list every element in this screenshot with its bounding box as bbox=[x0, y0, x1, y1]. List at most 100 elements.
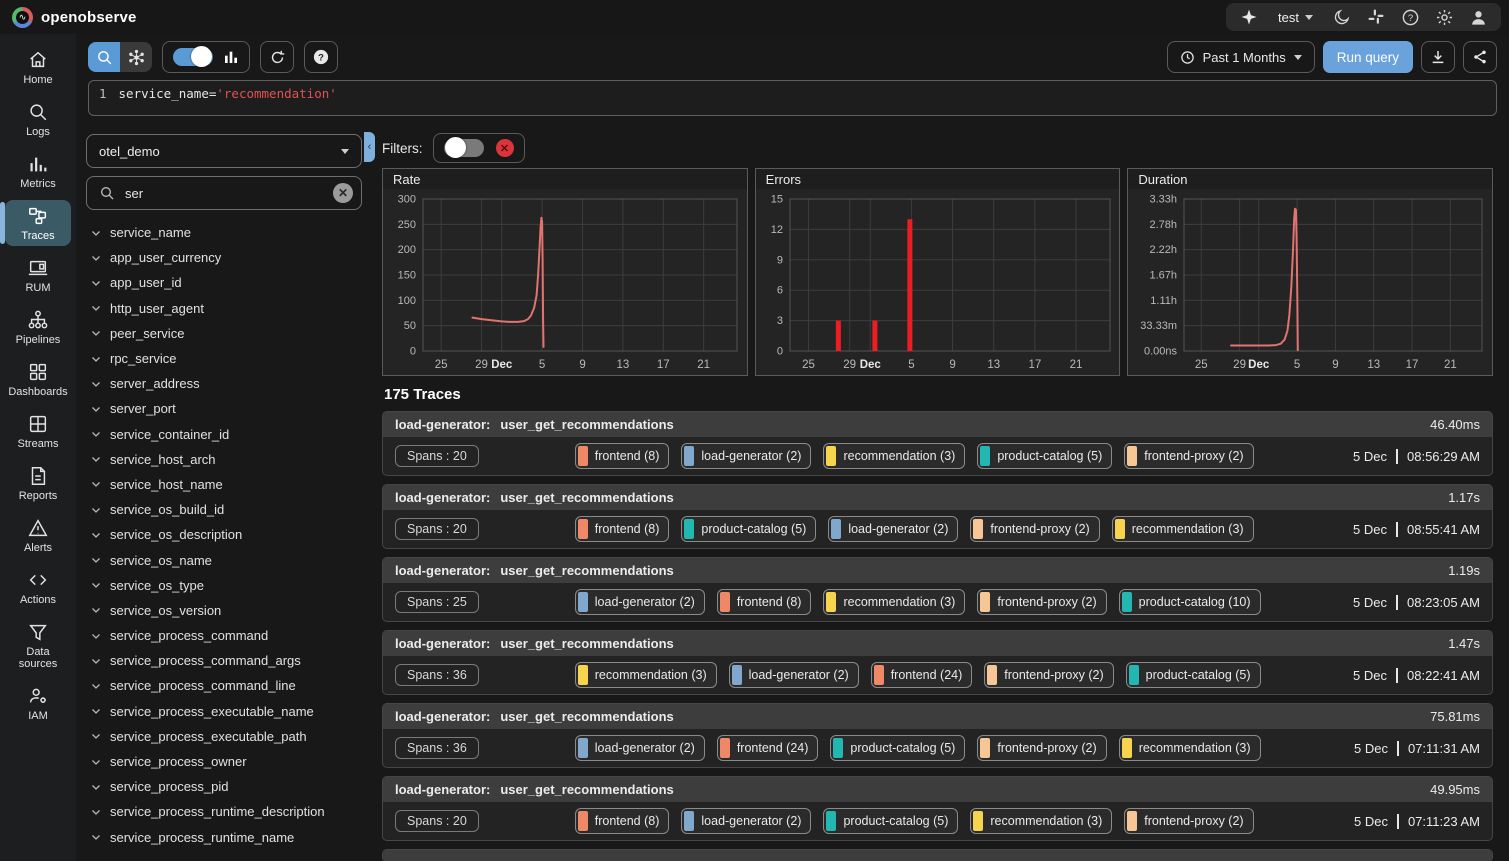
service-chip[interactable]: product-catalog (5) bbox=[977, 443, 1112, 469]
field-item[interactable]: service_process_runtime_name bbox=[86, 825, 362, 850]
service-chip[interactable]: recommendation (3) bbox=[823, 589, 965, 615]
trace-row[interactable]: load-generator:user_get_recommendations4… bbox=[382, 411, 1493, 476]
field-item[interactable]: service_process_owner bbox=[86, 749, 362, 774]
sidebar-item-rum[interactable]: RUM bbox=[5, 252, 71, 298]
field-item[interactable]: service_process_executable_name bbox=[86, 699, 362, 724]
service-chip[interactable]: frontend-proxy (2) bbox=[977, 735, 1106, 761]
search-mode-button[interactable] bbox=[88, 42, 120, 72]
collapse-fields-handle[interactable]: ‹ bbox=[364, 132, 375, 162]
field-item[interactable]: service_process_command_args bbox=[86, 648, 362, 673]
sidebar-item-home[interactable]: Home bbox=[5, 44, 71, 90]
help-button[interactable]: ? bbox=[1395, 4, 1425, 30]
filters-toggle[interactable] bbox=[444, 139, 484, 157]
clear-filters-icon[interactable]: ✕ bbox=[496, 139, 514, 157]
errors-chart[interactable]: 036912152529Dec59131721 bbox=[756, 189, 1120, 375]
histogram-toggle[interactable] bbox=[173, 48, 213, 66]
service-chip[interactable]: load-generator (2) bbox=[575, 589, 705, 615]
service-chip[interactable]: load-generator (2) bbox=[681, 443, 811, 469]
field-item[interactable]: peer_service bbox=[86, 321, 362, 346]
field-item[interactable]: app_user_currency bbox=[86, 245, 362, 270]
trace-row[interactable]: load-generator:user_get_recommendations7… bbox=[382, 703, 1493, 768]
profile-button[interactable] bbox=[1463, 4, 1493, 30]
time-range-selector[interactable]: Past 1 Months bbox=[1167, 41, 1315, 73]
service-chip[interactable]: recommendation (3) bbox=[1112, 516, 1254, 542]
service-chip[interactable]: recommendation (3) bbox=[575, 662, 717, 688]
field-item[interactable]: service_os_build_id bbox=[86, 497, 362, 522]
field-item[interactable]: app_user_id bbox=[86, 270, 362, 295]
slack-button[interactable] bbox=[1361, 4, 1391, 30]
service-chip[interactable]: frontend-proxy (2) bbox=[970, 516, 1099, 542]
service-chip[interactable]: recommendation (3) bbox=[1119, 735, 1261, 761]
field-item[interactable]: service_name bbox=[86, 220, 362, 245]
download-button[interactable] bbox=[1421, 41, 1455, 73]
service-chip[interactable]: frontend (8) bbox=[575, 516, 670, 542]
service-chip[interactable]: frontend (8) bbox=[575, 808, 670, 834]
theme-toggle-button[interactable] bbox=[1327, 4, 1357, 30]
stream-select[interactable]: otel_demo bbox=[86, 134, 362, 168]
sidebar-item-logs[interactable]: Logs bbox=[5, 96, 71, 142]
field-item[interactable]: service_os_version bbox=[86, 598, 362, 623]
field-item[interactable]: rpc_service bbox=[86, 346, 362, 371]
sidebar-item-dashboards[interactable]: Dashboards bbox=[5, 356, 71, 402]
service-chip[interactable]: load-generator (2) bbox=[681, 808, 811, 834]
service-chip[interactable]: recommendation (3) bbox=[970, 808, 1112, 834]
settings-button[interactable] bbox=[1429, 4, 1459, 30]
brand-logo[interactable]: ∿ openobserve bbox=[12, 7, 137, 28]
service-chip[interactable]: product-catalog (5) bbox=[823, 808, 958, 834]
field-item[interactable]: service_process_pid bbox=[86, 774, 362, 799]
service-chip[interactable]: load-generator (2) bbox=[729, 662, 859, 688]
trace-row[interactable]: load-generator:user_get_recommendations4… bbox=[382, 776, 1493, 841]
clear-search-button[interactable]: ✕ bbox=[333, 183, 353, 203]
duration-chart[interactable]: 0.00ns33.33m1.11h1.67h2.22h2.78h3.33h252… bbox=[1128, 189, 1492, 375]
field-item[interactable]: service_process_command bbox=[86, 623, 362, 648]
service-chip[interactable]: frontend-proxy (2) bbox=[984, 662, 1113, 688]
service-chip[interactable]: frontend-proxy (2) bbox=[1124, 808, 1253, 834]
service-chip[interactable]: product-catalog (5) bbox=[681, 516, 816, 542]
sidebar-item-traces[interactable]: Traces bbox=[5, 200, 71, 246]
sidebar-item-iam[interactable]: IAM bbox=[5, 680, 71, 726]
field-item[interactable]: service_process_runtime_description bbox=[86, 799, 362, 824]
org-selector[interactable]: test bbox=[1268, 10, 1323, 25]
sidebar-item-alerts[interactable]: Alerts bbox=[5, 512, 71, 558]
share-button[interactable] bbox=[1463, 41, 1497, 73]
sidebar-item-data-sources[interactable]: Data sources bbox=[5, 616, 71, 674]
field-item[interactable]: http_user_agent bbox=[86, 296, 362, 321]
rate-chart[interactable]: 0501001502002503002529Dec59131721 bbox=[383, 189, 747, 375]
service-chip[interactable]: recommendation (3) bbox=[823, 443, 965, 469]
field-item[interactable]: service_container_id bbox=[86, 422, 362, 447]
sidebar-item-reports[interactable]: Reports bbox=[5, 460, 71, 506]
service-chip[interactable]: load-generator (2) bbox=[575, 735, 705, 761]
service-chip[interactable]: frontend (8) bbox=[717, 589, 812, 615]
service-chip[interactable]: load-generator (2) bbox=[828, 516, 958, 542]
field-item[interactable]: service_process_command_line bbox=[86, 673, 362, 698]
service-chip[interactable]: product-catalog (5) bbox=[1126, 662, 1261, 688]
trace-row[interactable]: load-generator:user_get_recommendations1… bbox=[382, 630, 1493, 695]
field-item[interactable]: server_address bbox=[86, 371, 362, 396]
reset-button[interactable] bbox=[260, 41, 294, 73]
service-chip[interactable]: frontend (24) bbox=[717, 735, 819, 761]
trace-row[interactable]: load-generator:user_get_recommendations1… bbox=[382, 484, 1493, 549]
trace-row-partial[interactable] bbox=[382, 849, 1493, 861]
service-chip[interactable]: frontend (24) bbox=[871, 662, 973, 688]
trace-row[interactable]: load-generator:user_get_recommendations1… bbox=[382, 557, 1493, 622]
service-chip[interactable]: product-catalog (10) bbox=[1119, 589, 1261, 615]
ai-sparkle-button[interactable] bbox=[1234, 4, 1264, 30]
service-chip[interactable]: frontend-proxy (2) bbox=[977, 589, 1106, 615]
service-chip[interactable]: product-catalog (5) bbox=[830, 735, 965, 761]
field-item[interactable]: service_process_executable_path bbox=[86, 724, 362, 749]
run-query-button[interactable]: Run query bbox=[1323, 41, 1413, 73]
service-chip[interactable]: frontend-proxy (2) bbox=[1124, 443, 1253, 469]
query-editor[interactable]: 1 service_name='recommendation' bbox=[88, 80, 1497, 116]
service-chip[interactable]: frontend (8) bbox=[575, 443, 670, 469]
field-item[interactable]: service_host_name bbox=[86, 472, 362, 497]
service-map-button[interactable] bbox=[120, 42, 152, 72]
field-search-input[interactable] bbox=[125, 186, 323, 201]
sidebar-item-metrics[interactable]: Metrics bbox=[5, 148, 71, 194]
field-item[interactable]: service_host_arch bbox=[86, 447, 362, 472]
field-item[interactable]: service_os_name bbox=[86, 547, 362, 572]
sidebar-item-actions[interactable]: Actions bbox=[5, 564, 71, 610]
sidebar-item-pipelines[interactable]: Pipelines bbox=[5, 304, 71, 350]
sidebar-item-streams[interactable]: Streams bbox=[5, 408, 71, 454]
field-item[interactable]: service_os_description bbox=[86, 522, 362, 547]
query-help-button[interactable]: ? bbox=[304, 41, 338, 73]
